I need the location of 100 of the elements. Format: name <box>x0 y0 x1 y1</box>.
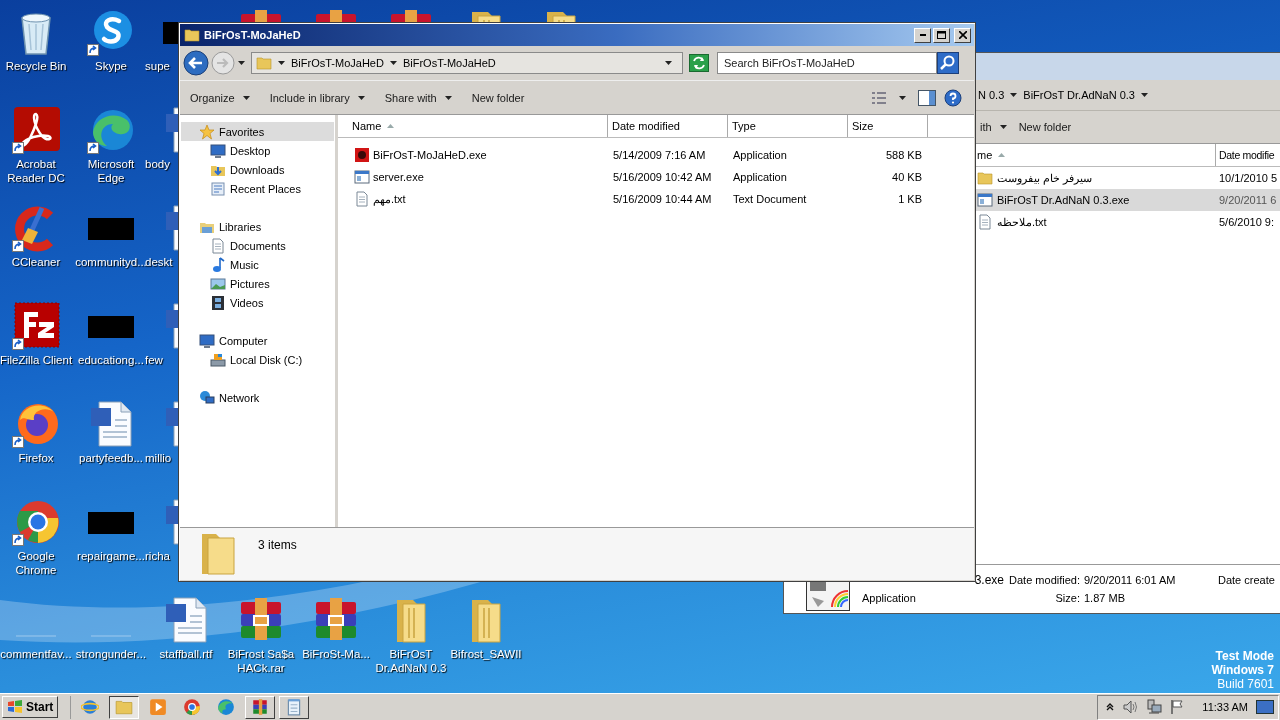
nav-item[interactable]: Libraries <box>181 217 334 236</box>
caret-icon <box>999 125 1007 129</box>
toolbar-button[interactable]: Include in library <box>263 87 371 108</box>
toolbar-button[interactable]: Share with <box>378 87 458 108</box>
caret-icon <box>357 95 365 100</box>
nav-item[interactable]: Favorites <box>181 122 334 141</box>
file-size: 588 KB <box>884 149 923 161</box>
column-header[interactable]: Type <box>728 115 848 137</box>
taskbar-button[interactable] <box>109 695 140 719</box>
icon-label: strongunder... <box>75 647 147 661</box>
file-name: BiFrOsT Dr.AdNaN 0.3.exe <box>997 194 1130 206</box>
flag-icon[interactable] <box>1170 699 1185 715</box>
nav-item[interactable]: Downloads <box>181 160 334 179</box>
media-player-icon <box>149 698 168 716</box>
folder-icon <box>115 698 134 716</box>
nav-item[interactable]: Pictures <box>181 274 334 293</box>
nav-item[interactable]: Computer <box>181 331 334 350</box>
star-icon <box>199 123 215 140</box>
caret-icon <box>389 61 397 65</box>
icon-label: CCleaner <box>11 255 61 269</box>
detail-value: 1.87 MB <box>1084 592 1126 604</box>
help-icon[interactable] <box>944 88 962 107</box>
icon-label: Skype <box>95 59 127 73</box>
column-header[interactable]: Date modifie <box>1216 144 1275 166</box>
music-note-icon <box>210 256 226 273</box>
shortcut-arrow-icon <box>12 534 24 546</box>
icon-label: communityd... <box>75 255 147 269</box>
date-modified: 10/1/2010 5 <box>1218 172 1278 184</box>
close-button[interactable] <box>954 27 971 43</box>
toolbar-button[interactable]: ith <box>974 117 1013 137</box>
caret-icon <box>444 95 452 100</box>
nav-item[interactable]: Local Disk (C:) <box>181 350 334 369</box>
folder-icon <box>184 27 200 43</box>
icon-label: BiFroSt-Ma... <box>302 647 370 661</box>
file-row[interactable]: BiFrOsT Dr.AdNaN 0.3.exe 9/20/2011 6 <box>976 189 1280 211</box>
system-notice: Test Mode <box>1215 649 1274 663</box>
icon-label: Firefox <box>18 451 54 465</box>
address-bar[interactable]: BiFrOsT-MoJaHeD BiFrOsT-MoJaHeD <box>251 52 683 74</box>
breadcrumb[interactable]: BiFrOsT-MoJaHeD <box>402 57 496 69</box>
nav-item[interactable]: Music <box>181 255 334 274</box>
back-button[interactable] <box>183 50 209 76</box>
shortcut-arrow-icon <box>12 142 24 154</box>
column-header[interactable]: Name <box>338 115 608 137</box>
nav-item[interactable]: Documents <box>181 236 334 255</box>
search-button[interactable] <box>937 52 959 74</box>
refresh-button[interactable] <box>689 54 709 72</box>
shortcut-arrow-icon <box>12 240 24 252</box>
file-name[interactable]: server.exe <box>373 171 424 183</box>
nav-item[interactable]: Desktop <box>181 141 334 160</box>
view-options-icon[interactable] <box>871 90 887 105</box>
icon-label: BiFrOsT Dr.AdNaN 0.3 <box>374 647 448 675</box>
shortcut-arrow-icon <box>12 436 24 448</box>
minimize-button[interactable] <box>914 27 931 43</box>
file-name[interactable]: BiFrOsT-MoJaHeD.exe <box>373 149 487 161</box>
address-bar[interactable]: N 0.3 BiFrOsT Dr.AdNaN 0.3 <box>974 85 1280 105</box>
ftp-app-icon[interactable] <box>12 302 60 350</box>
icon-label: few <box>145 353 163 367</box>
icon-label: repairgame... <box>77 549 145 563</box>
nav-item[interactable]: Videos <box>181 293 334 312</box>
folder-icon <box>977 170 993 186</box>
clock[interactable]: 11:33 AM <box>1202 701 1248 713</box>
column-header[interactable]: Size <box>848 115 928 137</box>
caret-icon <box>1010 93 1018 97</box>
icon-label: Acrobat Reader DC <box>6 157 66 185</box>
search-field[interactable]: Search BiFrOsT-MoJaHeD <box>717 52 937 74</box>
maximize-icon <box>937 31 946 39</box>
windows-flag-icon <box>7 700 23 714</box>
icon-label: millio <box>145 451 172 465</box>
caret-icon <box>238 61 245 65</box>
toolbar-button[interactable]: New folder <box>465 87 531 108</box>
nav-item[interactable]: Recent Places <box>181 179 334 198</box>
toolbar-button[interactable]: Organize <box>184 87 256 108</box>
maximize-button[interactable] <box>933 27 950 43</box>
shortcut-arrow-icon <box>12 338 24 350</box>
film-icon <box>210 294 226 311</box>
nav-item[interactable]: Network <box>181 388 334 407</box>
speaker-icon[interactable] <box>1122 699 1139 715</box>
icon-label: supe <box>145 59 170 73</box>
icon-label: deskt <box>145 255 173 269</box>
file-name[interactable]: مهم.txt <box>373 192 406 206</box>
detail-label: Date create <box>1218 574 1276 586</box>
chevron-up-icon[interactable] <box>1106 703 1115 711</box>
toolbar-button[interactable]: New folder <box>1012 117 1078 137</box>
date-modified: 5/14/2009 7:16 AM <box>612 149 707 161</box>
start-button[interactable]: Start <box>2 696 59 718</box>
preview-pane-icon[interactable] <box>918 89 936 106</box>
icon-label: commentfav... <box>0 647 72 661</box>
file-size: 1 KB <box>897 193 923 205</box>
breadcrumb[interactable]: N 0.3 <box>978 89 1005 101</box>
archive-icon <box>251 698 270 716</box>
network-icon[interactable] <box>1146 699 1163 715</box>
breadcrumb[interactable]: BiFrOsT-MoJaHeD <box>291 57 384 69</box>
browser-icon <box>183 698 202 716</box>
file-type: Text Document <box>732 193 808 205</box>
date-modified: 5/6/2010 9: <box>1218 216 1275 228</box>
column-header[interactable]: Date modified <box>608 115 728 137</box>
pdf-reader-icon[interactable] <box>12 106 60 154</box>
window-title: BiFrOsT-MoJaHeD <box>204 29 301 41</box>
breadcrumb[interactable]: BiFrOsT Dr.AdNaN 0.3 <box>1023 89 1135 101</box>
show-desktop-icon[interactable] <box>1256 699 1274 715</box>
